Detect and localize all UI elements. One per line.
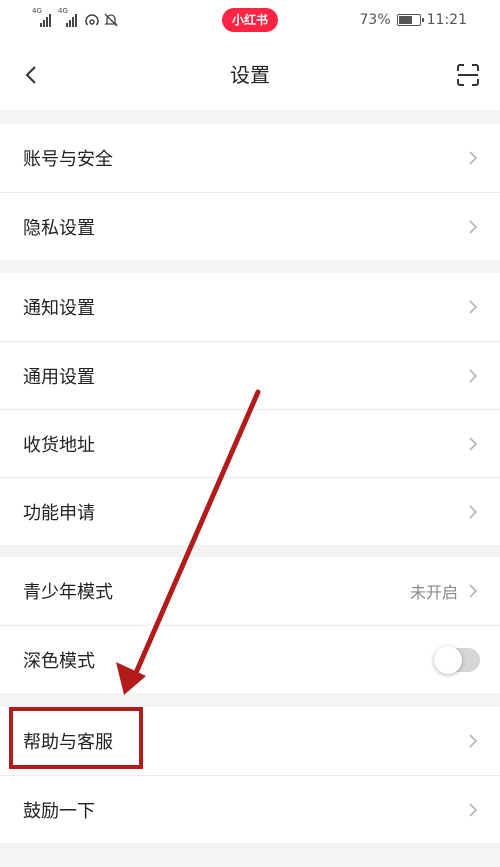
scan-icon: [457, 64, 479, 86]
chevron-right-icon: [469, 802, 478, 817]
clock: 11:21: [426, 12, 467, 28]
chevron-right-icon: [469, 151, 478, 165]
settings-group-help: 帮助与客服 鼓励一下: [0, 707, 500, 843]
settings-group-general: 通知设置 通用设置 收货地址 功能申请: [0, 273, 500, 545]
settings-row-youth-mode[interactable]: 青少年模式 未开启: [0, 557, 500, 625]
settings-row-encourage[interactable]: 鼓励一下: [0, 775, 500, 843]
settings-row-account-security[interactable]: 账号与安全: [0, 124, 500, 192]
row-label: 鼓励一下: [23, 800, 95, 822]
settings-row-help-support[interactable]: 帮助与客服: [0, 707, 500, 775]
status-left: 4G 4G: [32, 7, 119, 32]
row-label: 青少年模式: [23, 582, 113, 603]
youth-mode-status: 未开启: [409, 583, 458, 602]
chevron-right-icon: [469, 504, 478, 519]
settings-row-privacy[interactable]: 隐私设置: [0, 192, 500, 260]
row-label: 通知设置: [23, 298, 95, 319]
status-bar: 4G 4G 小红书 73% 11:21: [0, 0, 500, 40]
chevron-right-icon: [469, 436, 478, 451]
scan-button[interactable]: [450, 57, 486, 93]
app-badge: 小红书: [222, 8, 278, 32]
settings-row-general[interactable]: 通用设置: [0, 341, 500, 409]
row-label: 功能申请: [23, 502, 95, 524]
network-type-label: 4G: [32, 7, 42, 15]
chevron-left-icon: [25, 66, 36, 84]
battery-icon: [396, 14, 424, 26]
row-label: 隐私设置: [23, 217, 95, 239]
signal-icon: 4G: [32, 7, 51, 27]
chevron-right-icon: [469, 300, 478, 314]
settings-row-notifications[interactable]: 通知设置: [0, 273, 500, 341]
row-label: 通用设置: [23, 366, 95, 388]
settings-row-feature-request[interactable]: 功能申请: [0, 477, 500, 545]
chevron-right-icon: [469, 734, 478, 748]
chevron-right-icon: [469, 368, 478, 383]
row-label: 账号与安全: [23, 149, 113, 170]
dark-mode-toggle[interactable]: [434, 645, 480, 674]
row-label: 深色模式: [23, 650, 95, 672]
mute-bell-icon: [104, 13, 118, 27]
status-right: 73% 11:21: [360, 8, 467, 32]
back-button[interactable]: [14, 57, 50, 93]
network-type-label-2: 4G: [58, 7, 68, 15]
page-title: 设置: [230, 63, 270, 87]
settings-group-modes: 青少年模式 未开启 深色模式: [0, 557, 500, 693]
toggle-knob: [434, 645, 462, 674]
row-label: 收货地址: [23, 434, 95, 456]
row-label: 帮助与客服: [23, 732, 113, 753]
hotspot-icon: [85, 14, 99, 26]
signal-icon-2: 4G: [58, 7, 77, 27]
settings-group-account: 账号与安全 隐私设置: [0, 124, 500, 260]
chevron-right-icon: [469, 219, 478, 234]
nav-bar: 设置: [0, 40, 500, 110]
chevron-right-icon: [469, 584, 478, 598]
settings-row-shipping-address[interactable]: 收货地址: [0, 409, 500, 477]
settings-row-dark-mode: 深色模式: [0, 625, 500, 693]
battery-percent: 73%: [359, 12, 391, 28]
